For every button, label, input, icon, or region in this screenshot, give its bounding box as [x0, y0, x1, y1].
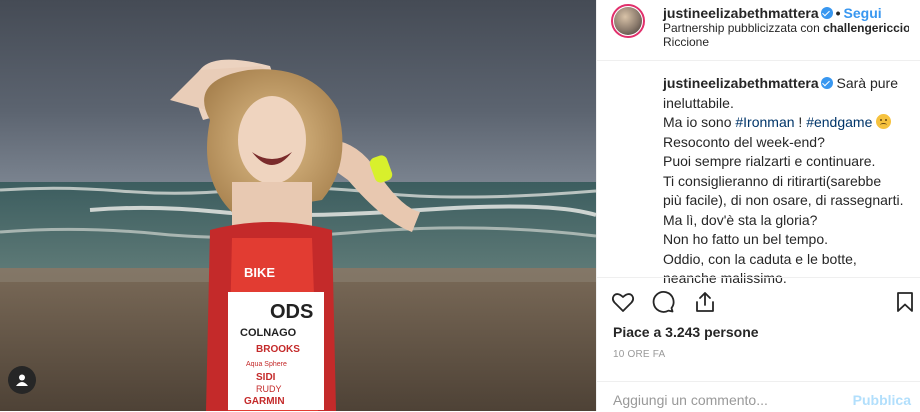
separator-dot: •: [835, 5, 841, 21]
publish-button[interactable]: Pubblica: [853, 392, 911, 408]
comment-button[interactable]: [649, 288, 677, 316]
comment-bar: Pubblica: [597, 381, 920, 412]
follow-button[interactable]: Segui: [844, 5, 882, 21]
sad-face-emoji-icon: [876, 114, 892, 129]
like-button[interactable]: [609, 288, 637, 316]
caption-text: più facile), di non osare, di rassegnart…: [663, 192, 904, 208]
caption-text: Resoconto del week-end?: [663, 133, 825, 150]
partnership-line: Partnership pubblicizzata con challenger…: [663, 21, 909, 35]
caption: justineelizabethmattera Sarà pure inelut…: [663, 74, 909, 289]
likes-count[interactable]: Piace a 3.243 persone: [613, 324, 759, 340]
partnership-text: Partnership pubblicizzata con: [663, 21, 824, 35]
person-tag-icon: [16, 374, 28, 386]
post-photo[interactable]: BIKE ODS COLNAGO BROOKS Aqua Sphere SIDI…: [0, 0, 596, 411]
partner-link[interactable]: challengericcio...: [823, 21, 909, 35]
caption-text: Ma io sono: [663, 114, 736, 130]
caption-text: Ma lì, dov'è sta la gloria?: [663, 211, 818, 228]
share-button[interactable]: [691, 288, 719, 316]
header-username-row: justineelizabethmattera • Segui: [663, 5, 882, 21]
beach-photo: BIKE ODS COLNAGO BROOKS Aqua Sphere SIDI…: [0, 0, 596, 411]
hashtag-link[interactable]: #endgame: [806, 114, 872, 130]
caption-text: ineluttabile.: [663, 94, 734, 111]
location-link[interactable]: Riccione: [663, 35, 709, 49]
caption-hashtag-line: Ma io sono #Ironman ! #endgame: [663, 113, 909, 133]
share-icon: [696, 292, 714, 312]
verified-icon: [820, 77, 833, 89]
jersey-text-garmin: GARMIN: [244, 396, 285, 407]
jersey-text-bike: BIKE: [244, 265, 275, 280]
hashtag-link[interactable]: #Ironman: [735, 114, 794, 130]
verified-icon: [820, 7, 833, 19]
comment-input[interactable]: [613, 392, 833, 408]
caption-text: Non ho fatto un bel tempo.: [663, 231, 828, 247]
jersey-text-sidi: SIDI: [256, 372, 276, 383]
comment-icon: [652, 291, 675, 313]
tag-people-button[interactable]: [8, 366, 36, 394]
caption-text: Oddio, con la caduta e le botte,: [663, 250, 857, 267]
jersey-text-colnago: COLNAGO: [240, 327, 297, 339]
jersey-text-brooks: BROOKS: [256, 344, 300, 355]
caption-username[interactable]: justineelizabethmattera: [663, 75, 819, 91]
jersey-text-rudy: RUDY: [256, 384, 282, 394]
caption-text: Puoi sempre rialzarti e continuare.: [663, 153, 876, 169]
caption-text: !: [794, 114, 807, 130]
caption-text: Ti consiglieranno di ritirarti(sarebbe: [663, 172, 882, 189]
bookmark-icon: [897, 292, 913, 312]
caption-text: Sarà pure: [836, 75, 898, 91]
jersey-text-aqua: Aqua Sphere: [246, 361, 287, 368]
caption-first-line: justineelizabethmattera Sarà pure: [663, 74, 909, 94]
heart-icon: [611, 293, 635, 312]
post-side-panel: justineelizabethmattera • Segui Partnershi…: [596, 0, 920, 411]
header-username[interactable]: justineelizabethmattera: [663, 5, 819, 21]
avatar[interactable]: [611, 4, 645, 38]
jersey-text-ods: ODS: [270, 301, 313, 323]
save-button[interactable]: [891, 288, 919, 316]
post-timestamp[interactable]: 10 ORE FA: [613, 349, 665, 360]
action-bar: [597, 277, 920, 326]
post-header: justineelizabethmattera • Segui Partnershi…: [597, 0, 920, 61]
